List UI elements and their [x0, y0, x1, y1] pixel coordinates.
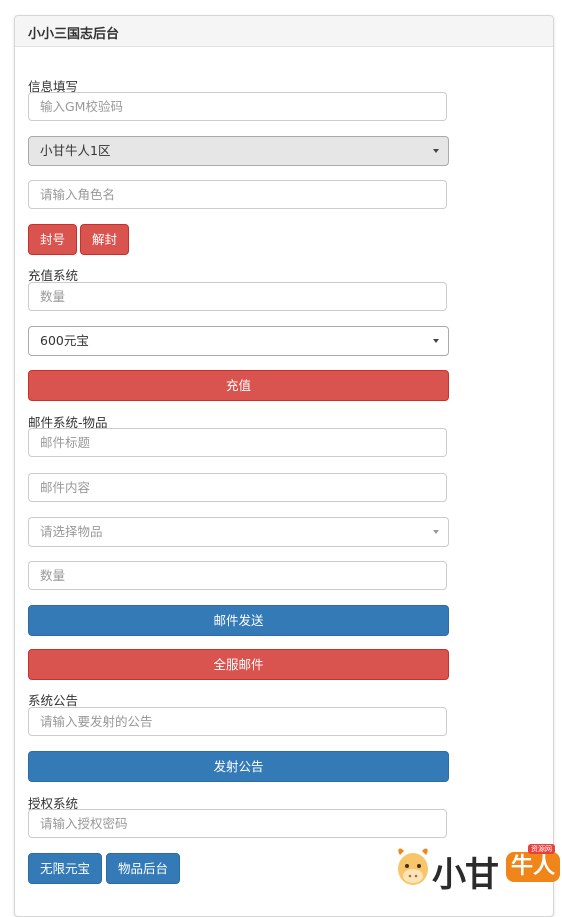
item-quantity-input[interactable]: 数量 [28, 561, 447, 590]
recharge-amount-input[interactable]: 数量 [28, 282, 447, 311]
unlimited-gems-button[interactable]: 无限元宝 [28, 853, 102, 884]
gem-amount-select[interactable]: 600元宝 [28, 326, 449, 356]
chevron-down-icon [433, 149, 439, 153]
items-backend-button[interactable]: 物品后台 [106, 853, 180, 884]
publish-announcement-button[interactable]: 发射公告 [28, 751, 449, 782]
send-mail-button[interactable]: 邮件发送 [28, 605, 449, 636]
announcement-input[interactable]: 请输入要发射的公告 [28, 707, 447, 736]
server-select[interactable]: 小甘牛人1区 [28, 136, 449, 166]
chevron-down-icon [433, 339, 439, 343]
auth-password-input[interactable]: 请输入授权密码 [28, 809, 447, 838]
chevron-down-icon [433, 530, 439, 534]
watermark-badge: 牛人 [506, 852, 560, 882]
unban-button[interactable]: 解封 [80, 224, 129, 255]
ban-button[interactable]: 封号 [28, 224, 77, 255]
mail-title-input[interactable]: 邮件标题 [28, 428, 447, 457]
gm-code-input[interactable]: 输入GM校验码 [28, 92, 447, 121]
watermark-logo: 小甘 牛人 资源网 [394, 844, 562, 895]
watermark-tag: 资源网 [528, 844, 555, 854]
item-select[interactable]: 请选择物品 [28, 517, 449, 547]
panel-title: 小小三国志后台 [28, 27, 120, 42]
role-name-input[interactable]: 请输入角色名 [28, 180, 447, 209]
admin-panel: 小小三国志后台 信息填写 输入GM校验码 小甘牛人1区 请输入角色名 封号 解封… [14, 15, 554, 917]
server-select-value: 小甘牛人1区 [40, 143, 111, 158]
recharge-button[interactable]: 充值 [28, 370, 449, 401]
watermark-text: 小甘 [432, 855, 499, 895]
gem-amount-value: 600元宝 [40, 333, 89, 348]
all-server-mail-button[interactable]: 全服邮件 [28, 649, 449, 680]
panel-heading: 小小三国志后台 [15, 16, 553, 47]
item-select-placeholder: 请选择物品 [40, 524, 103, 539]
mail-content-input[interactable]: 邮件内容 [28, 473, 447, 502]
